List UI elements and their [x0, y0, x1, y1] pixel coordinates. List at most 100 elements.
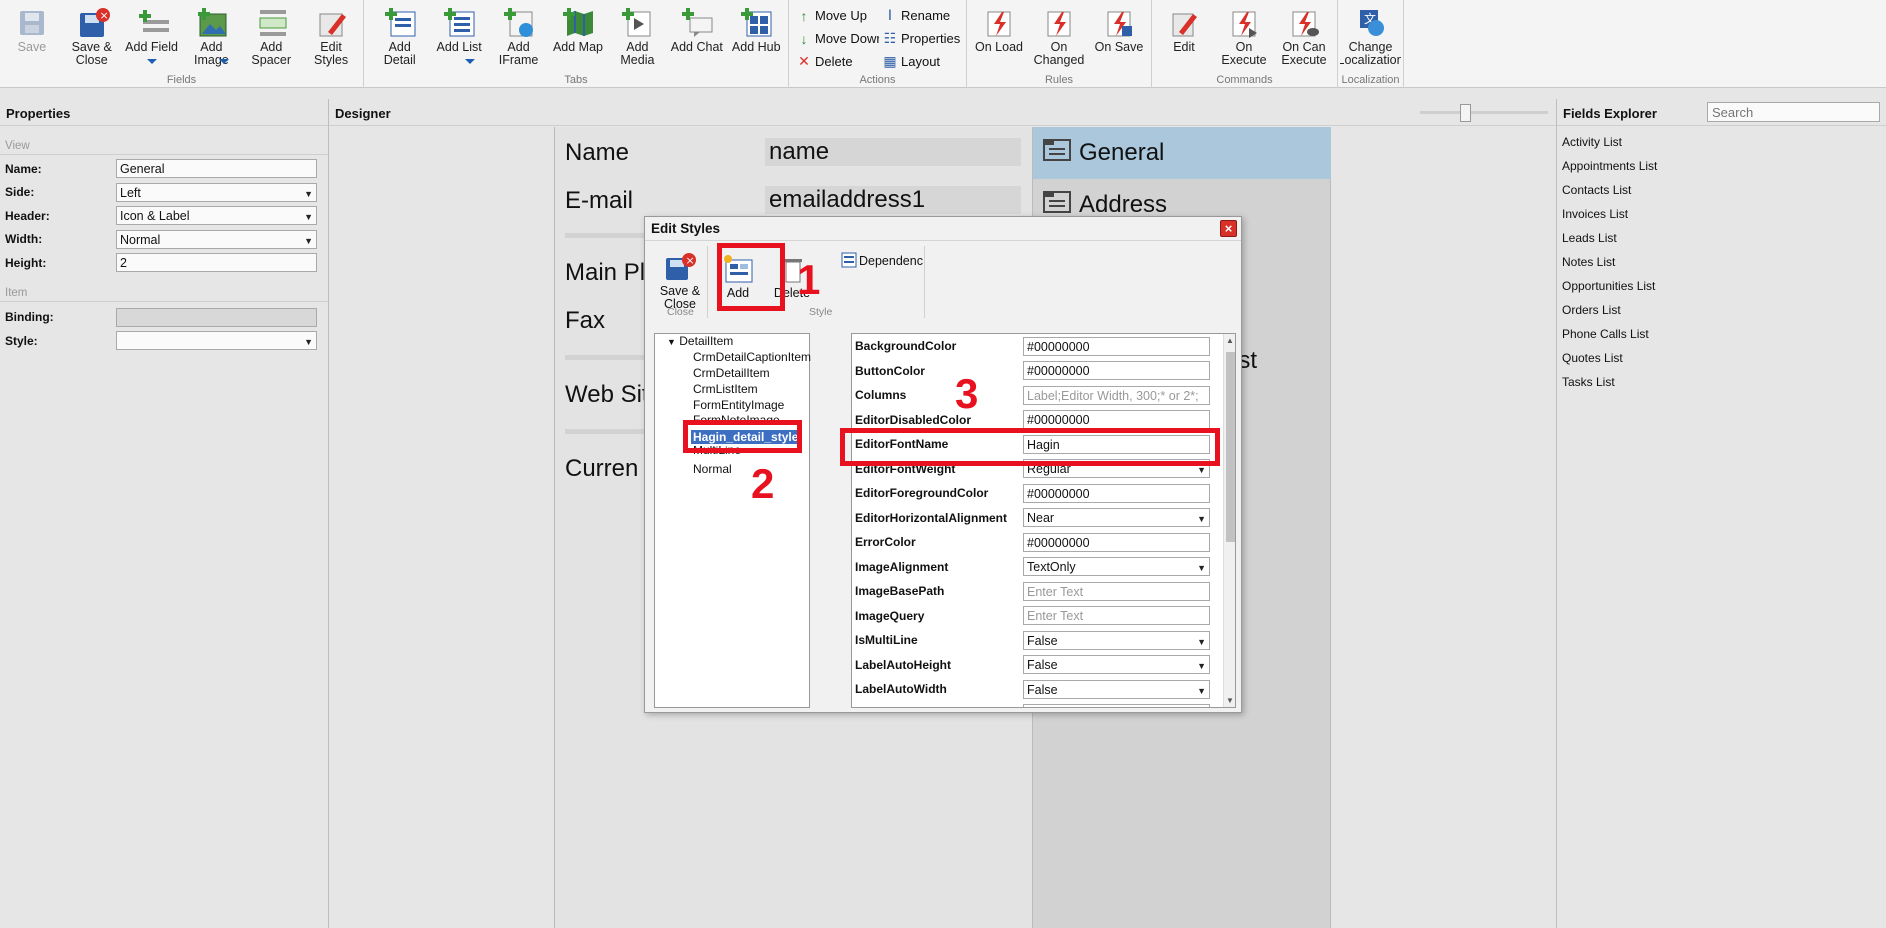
localization-icon: 文	[1356, 8, 1386, 38]
name-field-preview[interactable]: name	[765, 138, 1021, 166]
dialog-save-close-button[interactable]: × Save & Close	[655, 252, 705, 311]
edit-styles-dialog: Edit Styles × × Save & Close Add Delete …	[644, 216, 1242, 713]
delete-button[interactable]: ✕ Delete	[797, 50, 879, 73]
list-item[interactable]: Opportunities List	[1557, 274, 1886, 298]
tab-general[interactable]: General	[1033, 127, 1331, 179]
change-localization-button[interactable]: 文 Change Localization	[1340, 0, 1401, 72]
save-disk-icon	[17, 8, 47, 38]
zoom-slider-track[interactable]	[1420, 111, 1548, 114]
scroll-thumb[interactable]	[1226, 352, 1235, 542]
list-item[interactable]: Orders List	[1557, 298, 1886, 322]
on-changed-button[interactable]: On Changed	[1029, 0, 1089, 72]
add-image-button[interactable]: Add Image	[181, 0, 241, 72]
chevron-down-icon[interactable]	[146, 59, 157, 64]
close-group-label: Close	[667, 306, 694, 318]
height-field[interactable]: 2	[116, 253, 317, 273]
chevron-down-icon[interactable]	[219, 59, 230, 64]
property-input[interactable]: #00000000	[1023, 336, 1210, 356]
tree-root-detailitem[interactable]: ▼ DetailItem	[667, 334, 733, 348]
tree-item[interactable]: Normal	[693, 462, 732, 476]
property-input[interactable]: Enter Text	[1023, 606, 1210, 625]
add-list-button[interactable]: Add List	[429, 0, 488, 72]
property-select[interactable]: False	[1023, 655, 1210, 674]
add-detail-button[interactable]: Add Detail	[370, 0, 429, 72]
save-close-button[interactable]: × Save & Close	[62, 0, 122, 72]
designer-header: Designer	[329, 102, 1556, 126]
property-input[interactable]: #00000000	[1023, 483, 1210, 503]
fields-search-input[interactable]	[1707, 102, 1880, 122]
tree-item[interactable]: FormNoteImage	[693, 413, 780, 421]
property-row: EditorHorizontalAlignment Near	[852, 506, 1222, 530]
property-input[interactable]: Enter Text	[1023, 704, 1210, 707]
side-select[interactable]: Left	[116, 182, 317, 202]
list-item[interactable]: Leads List	[1557, 226, 1886, 250]
properties-button[interactable]: ☷ Properties	[883, 27, 961, 50]
list-item[interactable]: Tasks List	[1557, 370, 1886, 394]
tree-item[interactable]: CrmDetailCaptionItem	[693, 350, 811, 364]
dialog-add-button[interactable]: Add	[713, 254, 763, 300]
on-save-button[interactable]: On Save	[1089, 0, 1149, 72]
list-item[interactable]: Quotes List	[1557, 346, 1886, 370]
on-execute-button[interactable]: On Execute	[1214, 0, 1274, 72]
on-can-execute-button[interactable]: On Can Execute	[1274, 0, 1334, 72]
property-input[interactable]: #00000000	[1023, 532, 1210, 552]
add-spacer-button[interactable]: Add Spacer	[241, 0, 301, 72]
list-item[interactable]: Contacts List	[1557, 178, 1886, 202]
property-row: ImageQuery Enter Text	[852, 604, 1222, 628]
list-item[interactable]: Activity List	[1557, 130, 1886, 154]
tree-item[interactable]: CrmListItem	[693, 382, 758, 396]
property-select[interactable]: Near	[1023, 508, 1210, 527]
add-media-button[interactable]: Add Media	[608, 0, 667, 72]
expand-triangle-icon[interactable]: ▼	[667, 337, 676, 347]
property-select[interactable]: Regular	[1023, 459, 1210, 478]
add-field-button[interactable]: Add Field	[122, 0, 182, 72]
tree-item[interactable]: FormEntityImage	[693, 398, 784, 412]
email-field-preview[interactable]: emailaddress1	[765, 186, 1021, 214]
list-item[interactable]: Phone Calls List	[1557, 322, 1886, 346]
list-item[interactable]: Invoices List	[1557, 202, 1886, 226]
property-select[interactable]: False	[1023, 679, 1210, 699]
property-select[interactable]: TextOnly	[1023, 557, 1210, 576]
scroll-down-icon[interactable]: ▼	[1226, 696, 1234, 705]
layout-button[interactable]: ▦ Layout	[883, 50, 960, 73]
svg-text:×: ×	[686, 254, 695, 267]
property-input[interactable]: #00000000	[1023, 410, 1210, 429]
chevron-down-icon[interactable]	[465, 59, 476, 64]
add-hub-button[interactable]: Add Hub	[727, 0, 786, 72]
edit-styles-button[interactable]: Edit Styles	[301, 0, 361, 72]
list-item[interactable]: Notes List	[1557, 250, 1886, 274]
property-select[interactable]: False	[1023, 630, 1210, 650]
tree-item[interactable]: CrmDetailItem	[693, 366, 770, 380]
edit-command-button[interactable]: Edit	[1154, 0, 1214, 72]
on-load-button[interactable]: On Load	[969, 0, 1029, 72]
add-list-icon	[444, 8, 475, 38]
property-input[interactable]: Label;Editor Width, 300;* or 2*;	[1023, 385, 1210, 405]
scroll-up-icon[interactable]: ▲	[1226, 336, 1234, 345]
tree-item-selected[interactable]: Hagin_detail_style	[691, 430, 801, 444]
grid-scrollbar[interactable]: ▲ ▼	[1223, 334, 1235, 707]
name-field[interactable]: General	[116, 159, 317, 179]
add-map-button[interactable]: Add Map	[548, 0, 607, 72]
property-input[interactable]: #00000000	[1023, 361, 1210, 380]
add-iframe-button[interactable]: Add IFrame	[489, 0, 548, 72]
style-select[interactable]	[116, 331, 317, 351]
add-spacer-icon	[256, 8, 287, 38]
add-chat-button[interactable]: Add Chat	[667, 0, 726, 72]
fax-label: Fax	[565, 307, 606, 334]
move-up-button[interactable]: ↑ Move Up	[797, 4, 879, 27]
save-button[interactable]: Save	[2, 0, 62, 72]
move-down-button[interactable]: ↓ Move Down	[797, 27, 880, 50]
property-label: Columns	[855, 388, 907, 402]
header-select[interactable]: Icon & Label	[116, 206, 317, 226]
property-row: ButtonColor #00000000	[852, 359, 1222, 383]
close-icon[interactable]: ×	[1220, 220, 1237, 237]
width-select[interactable]: Normal	[116, 229, 317, 249]
zoom-slider-handle[interactable]	[1460, 104, 1471, 122]
property-input[interactable]: Enter Text	[1023, 581, 1210, 601]
list-item[interactable]: Appointments List	[1557, 154, 1886, 178]
dialog-dependencies-button[interactable]: Dependenc	[841, 252, 927, 271]
property-input[interactable]: Hagin	[1023, 434, 1210, 454]
tree-item[interactable]: MultiLine	[693, 446, 741, 456]
property-row: ErrorColor #00000000	[852, 530, 1222, 554]
rename-button[interactable]: Ⅰ Rename	[883, 4, 960, 27]
